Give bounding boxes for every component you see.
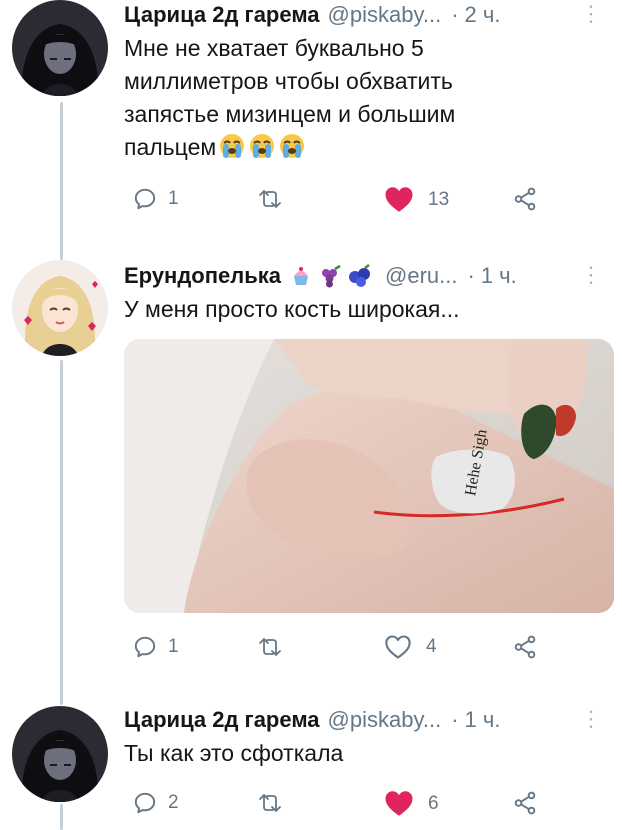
- username[interactable]: @piskaby...: [328, 707, 442, 733]
- crying-face-emoji-icon: [220, 134, 245, 158]
- retweet-icon: [259, 794, 281, 812]
- thread-line: [60, 360, 63, 705]
- more-options-icon[interactable]: ⋮: [580, 3, 602, 25]
- timestamp[interactable]: 2 ч.: [465, 2, 501, 28]
- tweet-text-line: запястье мизинцем и большим: [124, 101, 456, 127]
- tweet-text-line-last: пальцем: [124, 131, 602, 164]
- retweet-button[interactable]: [256, 790, 294, 816]
- tweet-actions: 1 4: [124, 634, 554, 668]
- separator-dot: ·: [451, 2, 459, 27]
- grapes-emoji-icon: [322, 264, 341, 288]
- share-icon: [514, 791, 536, 815]
- share-button[interactable]: [512, 634, 538, 660]
- reply-button[interactable]: 1: [132, 186, 179, 212]
- tweet-text-line: Мне не хватает буквально 5: [124, 35, 424, 61]
- reply-count: 2: [168, 792, 179, 813]
- reply-icon: [134, 636, 156, 658]
- like-count: 4: [426, 636, 437, 657]
- like-button[interactable]: 13: [384, 186, 449, 213]
- tweet-text-line: миллиметров чтобы обхватить: [124, 68, 453, 94]
- tweet-text-line: Ты как это сфоткала: [124, 740, 344, 766]
- share-button[interactable]: [512, 790, 538, 816]
- separator-dot: ·: [451, 707, 459, 732]
- display-name[interactable]: Царица 2д гарема: [124, 707, 320, 733]
- crying-face-emoji-icon: [250, 134, 275, 158]
- tweet-header: Царица 2д гарема @piskaby... · 2 ч. ⋮: [124, 0, 606, 30]
- tweet-actions: 2 6: [124, 790, 554, 824]
- timestamp[interactable]: 1 ч.: [465, 707, 501, 733]
- display-name[interactable]: Царица 2д гарема: [124, 2, 320, 28]
- heart-outline-icon: [385, 635, 411, 659]
- tweet-header: Царица 2д гарема @piskaby... · 1 ч. ⋮: [124, 705, 606, 735]
- retweet-icon: [259, 638, 281, 656]
- tweet-text-fragment: пальцем: [124, 134, 217, 160]
- cupcake-emoji-icon: [294, 267, 309, 285]
- tweet-photo[interactable]: Hehe Sigh: [124, 339, 614, 613]
- more-options-icon[interactable]: ⋮: [580, 264, 602, 286]
- avatar[interactable]: [12, 706, 108, 802]
- username[interactable]: @eru...: [385, 263, 457, 289]
- tweet-header: Ерундопелька @eru... · 1 ч. ⋮: [124, 261, 606, 291]
- thread-line: [60, 804, 63, 830]
- like-button[interactable]: 4: [384, 634, 437, 660]
- like-count: 6: [428, 792, 439, 814]
- more-options-icon[interactable]: ⋮: [580, 708, 602, 730]
- tweet-text: Ты как это сфоткала: [124, 737, 602, 770]
- heart-filled-icon: [385, 187, 413, 212]
- tweet-actions: 1 13: [124, 186, 554, 220]
- like-button[interactable]: 6: [384, 790, 439, 817]
- crying-face-emoji-icon: [280, 134, 305, 158]
- separator-dot: ·: [467, 263, 475, 288]
- reply-count: 1: [168, 636, 179, 657]
- tweet-text: У меня просто кость широкая...: [124, 293, 602, 326]
- share-icon: [514, 187, 536, 211]
- reply-icon: [134, 188, 156, 210]
- avatar[interactable]: [12, 260, 108, 356]
- reply-icon: [134, 792, 156, 814]
- tweet-text-line: У меня просто кость широкая...: [124, 296, 460, 322]
- thread-line: [60, 102, 63, 260]
- timestamp[interactable]: 1 ч.: [481, 263, 517, 289]
- heart-filled-icon: [385, 791, 413, 816]
- retweet-button[interactable]: [256, 186, 294, 212]
- reply-button[interactable]: 2: [132, 790, 179, 816]
- share-icon: [514, 635, 536, 659]
- display-name[interactable]: Ерундопелька: [124, 263, 281, 289]
- retweet-button[interactable]: [256, 634, 294, 660]
- reply-button[interactable]: 1: [132, 634, 179, 660]
- avatar[interactable]: [12, 0, 108, 96]
- reply-count: 1: [168, 188, 179, 209]
- share-button[interactable]: [512, 186, 538, 212]
- tweet-text: Мне не хватает буквально 5 миллиметров ч…: [124, 32, 602, 164]
- blueberries-emoji-icon: [349, 264, 371, 287]
- retweet-icon: [259, 190, 281, 208]
- like-count: 13: [428, 188, 450, 210]
- name-emojis: [289, 264, 373, 288]
- username[interactable]: @piskaby...: [328, 2, 442, 28]
